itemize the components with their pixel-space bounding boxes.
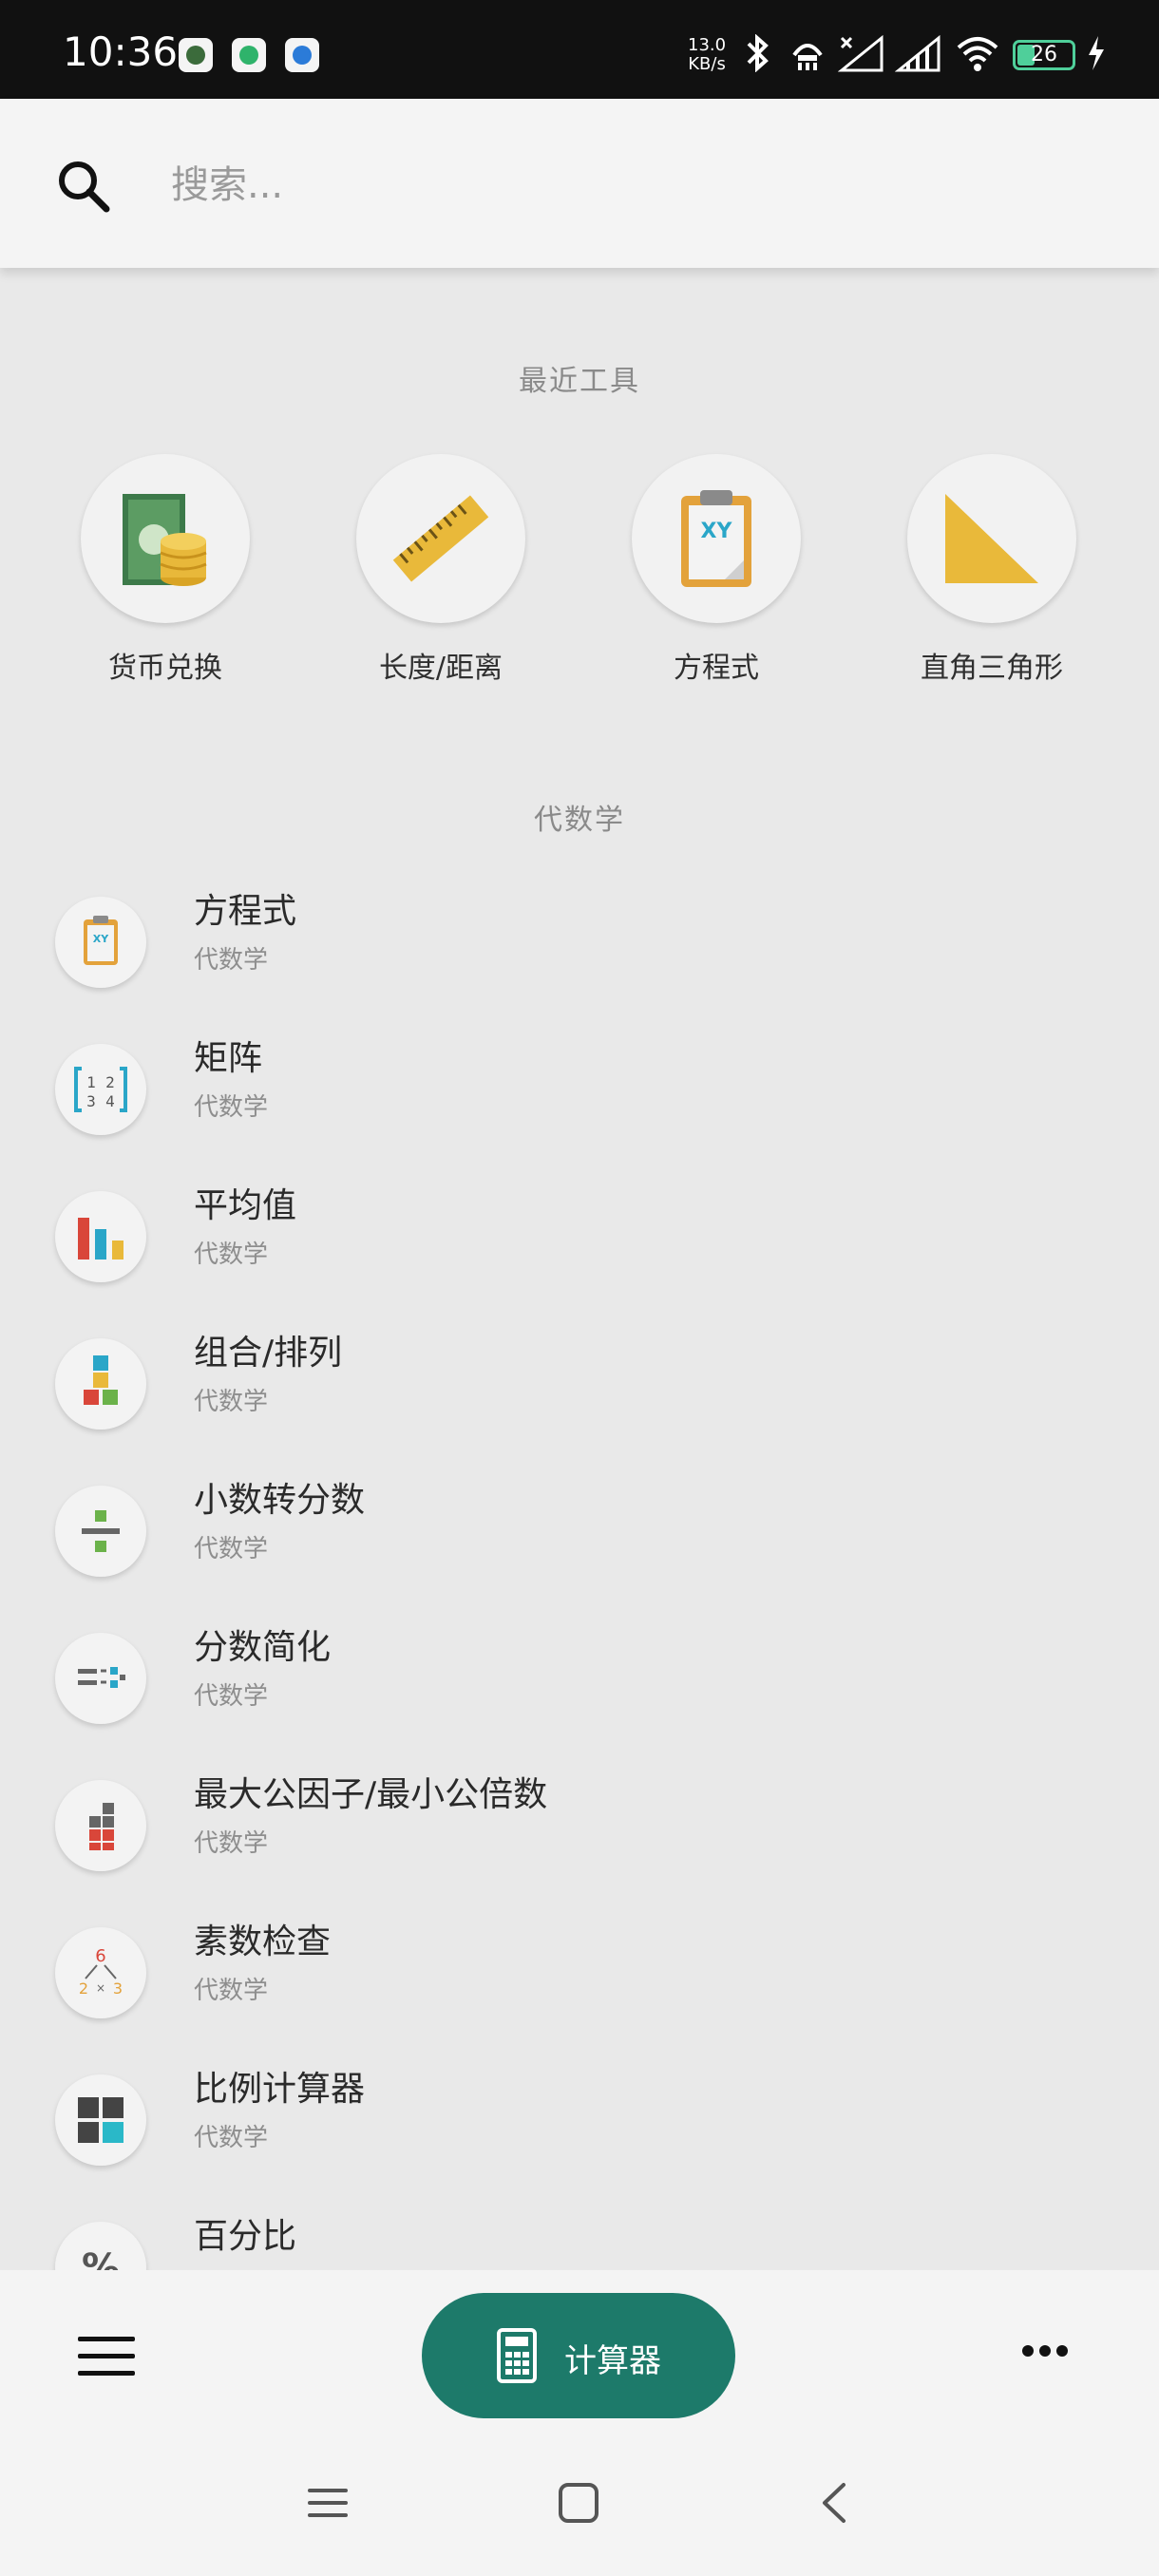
section-title-recent: 最近工具 bbox=[519, 365, 640, 398]
calculator-label: 计算器 bbox=[564, 2342, 661, 2380]
list-item-subtitle: 代数学 bbox=[194, 1241, 269, 1269]
list-item-title: 分数简化 bbox=[194, 1628, 332, 1667]
list-item-equation[interactable]: XY 方程式 代数学 bbox=[0, 868, 1159, 1011]
recent-tool-length[interactable]: 长度/距离 bbox=[336, 454, 545, 686]
svg-text:2: 2 bbox=[105, 1073, 115, 1091]
signal-icon bbox=[895, 34, 940, 72]
right-triangle-icon bbox=[907, 454, 1076, 623]
recycle-notification-icon bbox=[232, 38, 266, 72]
svg-text:3: 3 bbox=[86, 1092, 96, 1110]
list-item-title: 小数转分数 bbox=[194, 1481, 366, 1520]
divide-icon bbox=[55, 1486, 146, 1577]
recent-tool-label: 方程式 bbox=[674, 652, 759, 685]
recent-tool-equation[interactable]: XY 方程式 bbox=[612, 454, 821, 686]
search-bar bbox=[0, 99, 1159, 268]
ratio-grid-icon bbox=[55, 2074, 146, 2166]
list-item-average[interactable]: 平均值 代数学 bbox=[0, 1163, 1159, 1305]
list-item-title: 平均值 bbox=[194, 1186, 297, 1225]
list-item-subtitle: 代数学 bbox=[194, 1388, 269, 1416]
list-item-subtitle: 代数学 bbox=[194, 2124, 269, 2152]
battery-icon: 26 bbox=[1013, 40, 1075, 70]
list-item-decimal-to-fraction[interactable]: 小数转分数 代数学 bbox=[0, 1457, 1159, 1600]
recent-tool-currency[interactable]: 货币兑换 bbox=[61, 454, 270, 686]
signal-no-service-icon bbox=[838, 34, 884, 72]
menu-button[interactable] bbox=[78, 2337, 135, 2378]
recent-tool-label: 货币兑换 bbox=[108, 652, 222, 685]
back-icon[interactable] bbox=[811, 2479, 859, 2527]
prime-tree-icon: 6 2 × 3 bbox=[55, 1927, 146, 2018]
list-item-subtitle: 代数学 bbox=[194, 1977, 269, 2005]
recent-tool-label: 长度/距离 bbox=[378, 652, 504, 685]
ruler-icon bbox=[356, 454, 525, 623]
more-options-button[interactable] bbox=[1022, 2342, 1074, 2360]
recent-tool-right-triangle[interactable]: 直角三角形 bbox=[887, 454, 1096, 686]
svg-text:XY: XY bbox=[701, 520, 733, 543]
fraction-simplify-icon bbox=[55, 1633, 146, 1724]
list-item-title: 最大公因子/最小公倍数 bbox=[194, 1775, 548, 1814]
net-speed-unit: KB/s bbox=[688, 54, 726, 74]
list-item-prime-check[interactable]: 6 2 × 3 素数检查 代数学 bbox=[0, 1899, 1159, 2041]
network-speed: 13.0 KB/s bbox=[688, 36, 726, 74]
list-item-title: 方程式 bbox=[194, 892, 297, 931]
search-input[interactable] bbox=[171, 152, 1026, 218]
list-item-ratio[interactable]: 比例计算器 代数学 bbox=[0, 2046, 1159, 2188]
clipboard-xy-icon: XY bbox=[55, 897, 146, 988]
recent-tool-label: 直角三角形 bbox=[921, 652, 1063, 685]
list-item-title: 素数检查 bbox=[194, 1923, 332, 1961]
list-item-title: 矩阵 bbox=[194, 1039, 263, 1078]
home-icon[interactable] bbox=[555, 2479, 602, 2527]
bar-chart-icon bbox=[55, 1191, 146, 1282]
wifi-icon bbox=[957, 37, 998, 71]
currency-icon bbox=[81, 454, 250, 623]
svg-text:3: 3 bbox=[113, 1979, 123, 1998]
svg-text:4: 4 bbox=[105, 1092, 115, 1110]
list-item-simplify-fraction[interactable]: 分数简化 代数学 bbox=[0, 1604, 1159, 1747]
bottom-bar: 计算器 bbox=[0, 2270, 1159, 2441]
svg-text:6: 6 bbox=[95, 1946, 105, 1966]
calculator-button[interactable]: 计算器 bbox=[422, 2293, 735, 2418]
battery-level: 26 bbox=[1031, 43, 1057, 66]
list-item-gcd-lcm[interactable]: 最大公因子/最小公倍数 代数学 bbox=[0, 1752, 1159, 1894]
list-item-title: 比例计算器 bbox=[194, 2070, 366, 2109]
clipboard-xy-icon: XY bbox=[632, 454, 801, 623]
list-item-subtitle: 代数学 bbox=[194, 1682, 269, 1711]
gcd-lcm-icon bbox=[55, 1780, 146, 1871]
app-notification-icon bbox=[285, 38, 319, 72]
svg-text:1: 1 bbox=[86, 1073, 96, 1091]
more-dots-icon bbox=[1022, 2342, 1074, 2360]
bluetooth-icon bbox=[747, 34, 769, 72]
status-bar: 10:36 13.0 KB/s 26 bbox=[0, 0, 1159, 99]
system-nav-bar bbox=[0, 2441, 1159, 2576]
net-speed-value: 13.0 bbox=[688, 35, 727, 55]
app-notification-icon bbox=[179, 38, 213, 72]
recent-apps-icon[interactable] bbox=[304, 2479, 352, 2527]
svg-text:2: 2 bbox=[79, 1979, 88, 1998]
hamburger-icon bbox=[78, 2337, 135, 2341]
list-item-subtitle: 代数学 bbox=[194, 1535, 269, 1563]
list-item-combinations[interactable]: 组合/排列 代数学 bbox=[0, 1310, 1159, 1452]
svg-text:XY: XY bbox=[93, 933, 109, 945]
search-icon[interactable] bbox=[55, 158, 112, 215]
hotspot-icon bbox=[792, 44, 823, 70]
list-item-subtitle: 代数学 bbox=[194, 946, 269, 975]
list-item-title: 组合/排列 bbox=[194, 1334, 343, 1373]
section-title-algebra: 代数学 bbox=[534, 804, 625, 837]
svg-text:×: × bbox=[96, 1981, 105, 1995]
charging-icon bbox=[1089, 36, 1104, 70]
status-time: 10:36 bbox=[63, 28, 179, 75]
matrix-icon: 1 2 3 4 bbox=[55, 1044, 146, 1135]
list-item-matrix[interactable]: 1 2 3 4 矩阵 代数学 bbox=[0, 1015, 1159, 1158]
list-item-title: 百分比 bbox=[194, 2217, 297, 2256]
blocks-icon bbox=[55, 1338, 146, 1430]
calculator-icon bbox=[497, 2328, 537, 2383]
list-item-subtitle: 代数学 bbox=[194, 1093, 269, 1122]
list-item-subtitle: 代数学 bbox=[194, 1829, 269, 1858]
